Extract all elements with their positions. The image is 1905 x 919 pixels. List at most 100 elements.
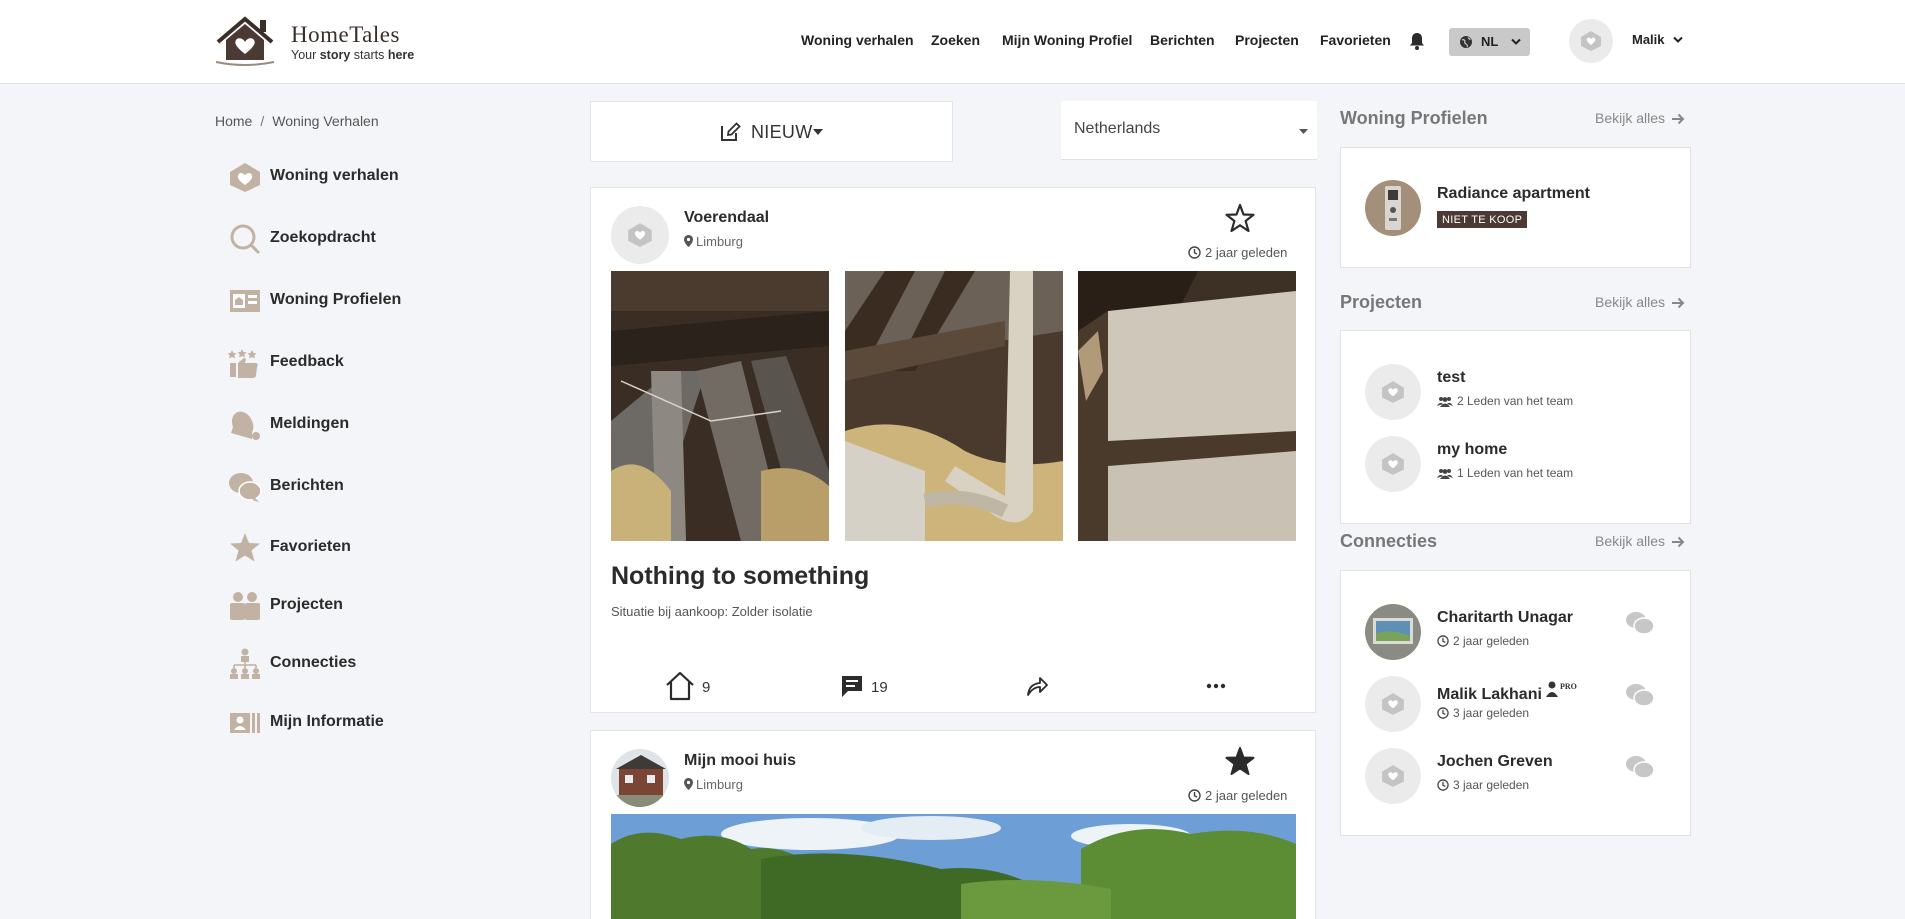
like-house-button[interactable]: 9 <box>664 671 724 705</box>
sidebar-item-label: Zoekopdracht <box>270 229 376 246</box>
user-avatar[interactable] <box>1569 19 1613 63</box>
logo-tagline: Your story starts here <box>291 48 415 62</box>
connection-photo <box>1365 604 1421 660</box>
profile-item[interactable]: Radiance apartment NIET TE KOOP <box>1365 180 1675 238</box>
project-item[interactable]: my home 1 Leden van het team <box>1365 436 1675 494</box>
sidebar-item-connecties[interactable]: Connecties <box>228 646 528 682</box>
story-photo[interactable] <box>611 271 829 541</box>
comment-count: 19 <box>871 679 888 696</box>
project-name: my home <box>1437 441 1508 458</box>
story-photo[interactable] <box>845 271 1063 541</box>
share-button[interactable] <box>1025 671 1055 705</box>
nav-zoeken[interactable]: Zoeken <box>931 32 980 48</box>
svg-text:PRO: PRO <box>1560 682 1577 691</box>
more-dots-icon <box>1206 683 1226 689</box>
nav-favorieten[interactable]: Favorieten <box>1320 32 1391 48</box>
nav-projecten[interactable]: Projecten <box>1235 32 1299 48</box>
profile-card-icon <box>230 290 260 312</box>
country-select[interactable]: Netherlands <box>1061 101 1317 160</box>
connections-view-all-link[interactable]: Bekijk alles <box>1595 533 1685 549</box>
chevron-down-icon[interactable] <box>1673 36 1683 44</box>
project-avatar <box>1365 436 1421 492</box>
sidebar-item-feedback[interactable]: Feedback <box>228 345 528 381</box>
projects-card: test 2 Leden van het team my home 1 Lede… <box>1340 330 1691 524</box>
sidebar-item-label: Projecten <box>270 596 343 613</box>
nav-berichten[interactable]: Berichten <box>1150 32 1215 48</box>
profile-name: Radiance apartment <box>1437 185 1590 202</box>
hometales-logo[interactable]: HomeTales Your story starts here <box>214 16 434 68</box>
profile-thumbnail <box>1365 180 1421 236</box>
connection-item[interactable]: Malik Lakhani PRO 3 jaar geleden <box>1365 676 1675 734</box>
language-code: NL <box>1481 34 1499 49</box>
story-card: Mijn mooi huis Limburg 2 jaar geleden <box>590 730 1316 919</box>
edit-icon <box>721 122 741 141</box>
project-avatar <box>1365 364 1421 420</box>
profiles-card: Radiance apartment NIET TE KOOP <box>1340 147 1691 268</box>
connection-name: Malik Lakhani PRO <box>1437 681 1580 704</box>
comment-icon <box>842 676 862 697</box>
new-story-label: NIEUW <box>751 122 813 142</box>
favorite-star-icon[interactable] <box>1223 202 1257 236</box>
sidebar-item-zoekopdracht[interactable]: Zoekopdracht <box>228 221 528 257</box>
chat-bubbles-icon <box>229 473 262 502</box>
caret-down-icon <box>1299 129 1308 134</box>
house-placeholder-icon <box>628 223 652 247</box>
project-item[interactable]: test 2 Leden van het team <box>1365 364 1675 422</box>
sidebar-item-woning-verhalen[interactable]: Woning verhalen <box>228 159 528 195</box>
projects-view-all-link[interactable]: Bekijk alles <box>1595 294 1685 310</box>
sidebar-item-label: Favorieten <box>270 538 351 555</box>
globe-icon <box>1460 36 1472 48</box>
comment-button[interactable]: 19 <box>841 671 901 705</box>
sidebar-item-mijn-informatie[interactable]: Mijn Informatie <box>228 705 528 741</box>
author-avatar[interactable] <box>611 206 669 264</box>
nav-mijn-woning-profiel[interactable]: Mijn Woning Profiel <box>1002 32 1132 48</box>
sidebar-item-berichten[interactable]: Berichten <box>228 469 528 505</box>
sidebar-item-label: Connecties <box>270 654 357 671</box>
map-pin-icon <box>684 235 693 247</box>
chat-bubbles-icon[interactable] <box>1625 610 1655 636</box>
chat-bubbles-icon[interactable] <box>1625 754 1655 780</box>
connection-name: Charitarth Unagar <box>1437 609 1574 626</box>
sidebar-item-favorieten[interactable]: Favorieten <box>228 530 528 566</box>
attic-photo-1 <box>611 271 829 541</box>
story-photo[interactable] <box>1078 271 1296 541</box>
chat-bubbles-icon[interactable] <box>1625 682 1655 708</box>
clock-icon <box>1188 246 1201 259</box>
clock-icon <box>1188 789 1201 802</box>
sidebar-item-label: Mijn Informatie <box>270 713 384 730</box>
like-count: 9 <box>702 679 711 696</box>
sidebar-item-label: Woning verhalen <box>270 167 399 184</box>
arrow-right-icon <box>1672 536 1685 548</box>
sidebar-item-woning-profielen[interactable]: Woning Profielen <box>228 283 528 319</box>
favorite-star-filled-icon[interactable] <box>1223 745 1257 779</box>
new-story-dropdown[interactable]: NIEUW <box>590 101 953 162</box>
connection-time: 3 jaar geleden <box>1437 706 1529 720</box>
sidebar-item-meldingen[interactable]: Meldingen <box>228 407 528 443</box>
author-avatar[interactable] <box>611 749 669 807</box>
nav-woning-verhalen[interactable]: Woning verhalen <box>801 32 914 48</box>
status-badge: NIET TE KOOP <box>1437 211 1528 228</box>
breadcrumb-home[interactable]: Home <box>215 113 252 129</box>
connection-item[interactable]: Jochen Greven 3 jaar geleden <box>1365 748 1675 806</box>
story-author[interactable]: Mijn mooi huis <box>684 752 796 770</box>
story-author[interactable]: Voerendaal <box>684 209 769 227</box>
connections-heading: Connecties <box>1340 531 1438 551</box>
project-name: test <box>1437 369 1466 386</box>
connections-card: Charitarth Unagar 2 jaar geleden Malik L… <box>1340 570 1691 836</box>
house-placeholder-icon <box>1382 693 1404 715</box>
breadcrumb-current: Woning Verhalen <box>272 113 379 129</box>
sidebar-item-projecten[interactable]: Projecten <box>228 588 528 624</box>
sidebar-item-label: Berichten <box>270 477 344 494</box>
connection-item[interactable]: Charitarth Unagar 2 jaar geleden <box>1365 604 1675 662</box>
profiles-view-all-link[interactable]: Bekijk alles <box>1595 110 1685 126</box>
bell-icon[interactable] <box>1407 31 1427 51</box>
clock-icon <box>1437 779 1449 791</box>
language-select[interactable]: NL <box>1449 28 1530 56</box>
caret-down-icon <box>813 129 823 135</box>
profiles-heading: Woning Profielen <box>1340 108 1488 128</box>
projects-heading: Projecten <box>1340 292 1423 312</box>
story-photo[interactable] <box>611 814 1296 919</box>
user-name[interactable]: Malik <box>1632 32 1665 47</box>
story-title[interactable]: Nothing to something <box>611 562 869 591</box>
more-options-button[interactable] <box>1205 671 1235 705</box>
